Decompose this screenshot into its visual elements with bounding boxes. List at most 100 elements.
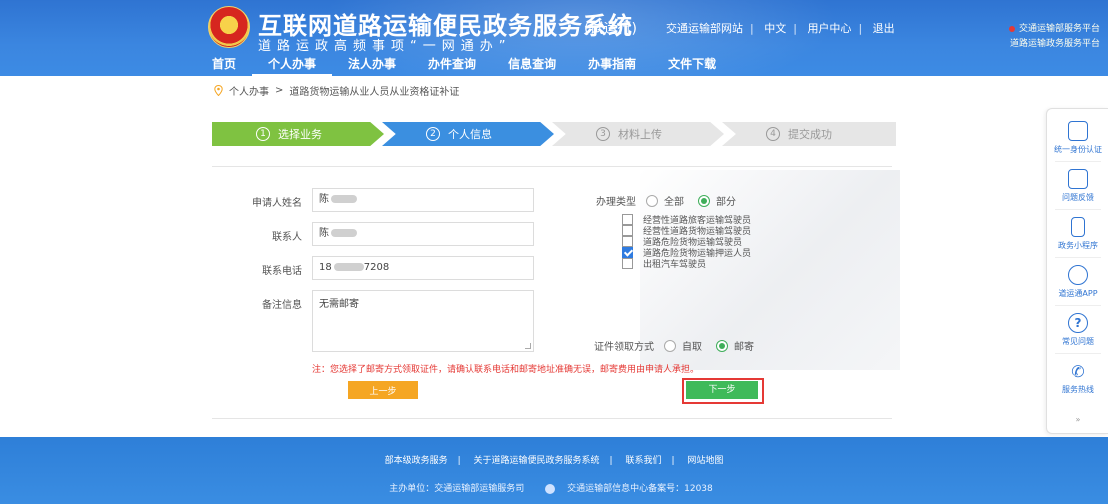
applicant-input[interactable]: 陈 xyxy=(312,188,534,212)
applicant-label: 申请人姓名 xyxy=(252,198,302,209)
checkbox-row: 出租汽车驾驶员 xyxy=(622,258,751,270)
footer-sponsor: 主办单位：交通运输部运输服务司 xyxy=(389,484,525,494)
trial-tag: (试运行) xyxy=(584,21,637,37)
red-dot-icon xyxy=(1008,25,1015,32)
mobile-icon xyxy=(1071,217,1085,237)
step-label: 个人信息 xyxy=(448,128,492,141)
remark-value: 无需邮寄 xyxy=(319,299,359,310)
side-item-label: 常见问题 xyxy=(1062,337,1094,346)
nav-info-query[interactable]: 信息查询 xyxy=(492,54,572,76)
radio-all[interactable] xyxy=(646,194,658,207)
remark-label: 备注信息 xyxy=(262,300,302,311)
side-item-identity[interactable]: 统一身份认证 xyxy=(1047,121,1108,155)
qualification-checkbox-list: 经营性道路旅客运输驾驶员 经营性道路货物运输驾驶员 道路危险货物运输驾驶员 道路… xyxy=(622,214,751,270)
step-label: 选择业务 xyxy=(278,128,322,141)
separator xyxy=(1055,257,1101,258)
app-icon xyxy=(1068,265,1088,285)
step-number: 2 xyxy=(426,127,440,141)
breadcrumb-sep: > xyxy=(275,85,284,96)
side-item-label: 政务小程序 xyxy=(1058,241,1098,250)
main-nav: 首页 个人办事 法人办事 办件查询 信息查询 办事指南 文件下载 xyxy=(196,54,732,76)
checkbox-label: 出租汽车驾驶员 xyxy=(643,260,707,270)
footer-info: 主办单位：交通运输部运输服务司 交通运输部信息中心备案号：12038 xyxy=(0,481,1108,494)
side-item-feedback[interactable]: 问题反馈 xyxy=(1047,169,1108,203)
divider xyxy=(212,418,892,419)
nav-guide[interactable]: 办事指南 xyxy=(572,54,652,76)
separator xyxy=(1055,353,1101,354)
pickup-method-group: 证件领取方式 自取 邮寄 xyxy=(594,338,768,353)
footer-link[interactable]: 关于道路运输便民政务服务系统 xyxy=(474,456,600,466)
checkbox[interactable] xyxy=(622,225,633,236)
pickup-label: 证件领取方式 xyxy=(594,342,654,353)
checkbox[interactable] xyxy=(622,214,633,225)
nav-download[interactable]: 文件下载 xyxy=(652,54,732,76)
radio-partial[interactable] xyxy=(698,194,710,207)
step-number: 4 xyxy=(766,127,780,141)
notice-text: 注：您选择了邮寄方式领取证件，请确认联系电话和邮寄地址准确无误，邮寄费用由申请人… xyxy=(312,365,700,375)
radio-partial-label: 部分 xyxy=(716,197,736,208)
blurred-text xyxy=(333,263,364,271)
radio-mail[interactable] xyxy=(716,339,728,352)
system-slogan: 道路运政高频事项“一网通办” xyxy=(258,39,512,54)
top-link-logout[interactable]: 退出 xyxy=(873,22,895,35)
right-tag[interactable]: 交通运输部服务平台 道路运输政务服务平台 xyxy=(972,22,1100,52)
footer-links: 部本级政务服务 | 关于道路运输便民政务服务系统 | 联系我们 | 网站地图 xyxy=(384,456,724,466)
footer-link[interactable]: 网站地图 xyxy=(687,456,723,466)
checkbox[interactable] xyxy=(622,236,633,247)
contact-label: 联系人 xyxy=(272,232,302,243)
side-item-hotline[interactable]: ✆ 服务热线 xyxy=(1047,361,1108,395)
location-pin-icon xyxy=(214,85,223,96)
side-item-app[interactable]: 道运通APP xyxy=(1047,265,1108,299)
step-number: 1 xyxy=(256,127,270,141)
breadcrumb: 个人办事 > 道路货物运输从业人员从业资格证补证 xyxy=(214,83,459,98)
checkbox-checked[interactable] xyxy=(622,247,633,258)
next-step-button[interactable]: 下一步 xyxy=(686,381,758,399)
step-upload: 3 材料上传 xyxy=(552,122,724,146)
top-link-lang[interactable]: 中文 xyxy=(764,22,786,35)
nav-case-query[interactable]: 办件查询 xyxy=(412,54,492,76)
remark-textarea[interactable]: 无需邮寄 xyxy=(312,290,534,352)
step-progress: 1 选择业务 2 个人信息 3 材料上传 4 提交成功 xyxy=(212,122,896,146)
header: 互联网道路运输便民政务服务系统 (试运行) 道路运政高频事项“一网通办” 交通运… xyxy=(0,0,1108,76)
separator: | xyxy=(858,22,863,35)
nav-personal[interactable]: 个人办事 xyxy=(252,54,333,76)
contact-input[interactable]: 陈 xyxy=(312,222,534,246)
phone-prefix: 18 xyxy=(319,262,332,273)
step-label: 提交成功 xyxy=(788,128,832,141)
feedback-icon xyxy=(1068,169,1088,189)
radio-self-pickup[interactable] xyxy=(664,339,676,352)
radio-self-pickup-label: 自取 xyxy=(682,342,702,353)
radio-mail-label: 邮寄 xyxy=(734,342,754,353)
separator: | xyxy=(750,22,754,35)
radio-all-label: 全部 xyxy=(664,197,684,208)
top-link-mot[interactable]: 交通运输部网站 xyxy=(666,22,743,35)
phone-label: 联系电话 xyxy=(262,266,302,277)
footer-link[interactable]: 联系我们 xyxy=(625,456,661,466)
side-item-mini-program[interactable]: 政务小程序 xyxy=(1047,217,1108,251)
top-link-user-center[interactable]: 用户中心 xyxy=(807,22,851,35)
resize-handle-icon[interactable] xyxy=(525,343,531,349)
breadcrumb-root[interactable]: 个人办事 xyxy=(229,83,269,98)
nav-legal[interactable]: 法人办事 xyxy=(332,54,412,76)
side-item-faq[interactable]: ? 常见问题 xyxy=(1047,313,1108,347)
phone-input[interactable]: 18 7208 xyxy=(312,256,534,280)
right-tag-line1: 交通运输部服务平台 xyxy=(1018,24,1100,34)
police-badge-icon xyxy=(545,483,556,494)
applicant-value: 陈 xyxy=(319,194,329,205)
breadcrumb-current: 道路货物运输从业人员从业资格证补证 xyxy=(289,87,460,98)
prev-step-button[interactable]: 上一步 xyxy=(348,381,418,399)
side-panel: 统一身份认证 问题反馈 政务小程序 道运通APP ? 常见问题 ✆ 服务热线 » xyxy=(1046,108,1108,434)
separator xyxy=(1055,305,1101,306)
right-tag-line2: 道路运输政务服务平台 xyxy=(1009,39,1100,49)
footer-link[interactable]: 部本级政务服务 xyxy=(385,456,448,466)
side-item-label: 问题反馈 xyxy=(1062,193,1094,202)
nav-home[interactable]: 首页 xyxy=(196,54,252,76)
checkbox[interactable] xyxy=(622,258,633,269)
phone-suffix: 7208 xyxy=(363,262,390,273)
side-panel-collapse[interactable]: » xyxy=(1047,415,1108,424)
divider xyxy=(212,166,892,167)
question-icon: ? xyxy=(1068,313,1088,333)
handle-type-label: 办理类型 xyxy=(596,197,636,208)
top-links: 交通运输部网站 | 中文 | 用户中心 | 退出 xyxy=(666,20,902,36)
national-emblem-icon xyxy=(208,6,250,48)
